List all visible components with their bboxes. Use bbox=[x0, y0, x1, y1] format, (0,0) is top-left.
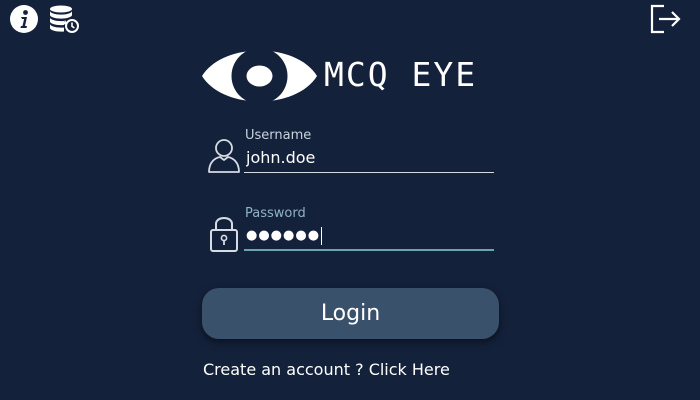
database-restore-icon[interactable] bbox=[48, 4, 82, 34]
username-input[interactable] bbox=[244, 144, 494, 170]
username-underline bbox=[244, 172, 494, 173]
password-label: Password bbox=[245, 206, 306, 221]
username-label: Username bbox=[245, 128, 312, 143]
user-icon bbox=[207, 136, 241, 176]
password-input[interactable]: ●●●●●● bbox=[246, 224, 323, 248]
password-underline bbox=[244, 249, 494, 251]
text-caret bbox=[321, 226, 323, 245]
password-masked-value: ●●●●●● bbox=[246, 228, 321, 243]
create-account-link[interactable]: Create an account ? Click Here bbox=[203, 359, 450, 381]
lock-icon bbox=[208, 213, 240, 253]
login-button[interactable]: Login bbox=[202, 288, 499, 339]
info-icon[interactable] bbox=[9, 4, 39, 34]
login-screen: MCQ EYE Username Password ●●●●●● Login C… bbox=[0, 0, 700, 400]
logo-eye-icon bbox=[201, 36, 318, 116]
exit-icon[interactable] bbox=[650, 4, 682, 34]
app-name: MCQ EYE bbox=[324, 55, 478, 94]
